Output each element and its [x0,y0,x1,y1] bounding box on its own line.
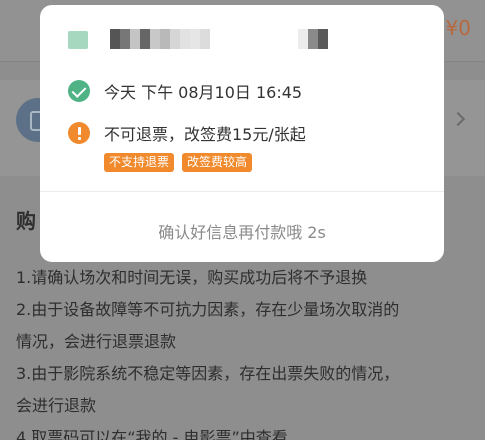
note-line: 情况，会进行退票退款 [16,332,177,351]
refund-policy-text: 不可退票，改签费15元/张起 [104,125,306,144]
note-line: 2.由于设备故障等不可抗力因素，存在少量场次取消的 [16,300,400,319]
showtime-row: 今天 下午 08月10日 16:45 [68,79,302,103]
purchase-notice-title: 购 [16,209,36,233]
purchase-notes: 1.请确认场次和时间无误，购买成功后将不予退换 2.由于设备故障等不可抗力因素，… [16,262,476,440]
confirm-countdown-button[interactable]: 确认好信息再付款哦 2s [40,219,444,243]
background-price: ¥0 [445,16,471,40]
note-line: 会进行退款 [16,396,97,415]
policy-tags: 不支持退票 改签费较高 [104,153,253,172]
tag-no-refund: 不支持退票 [104,153,175,172]
showtime-text: 今天 下午 08月10日 16:45 [104,83,303,102]
modal-divider [40,191,444,192]
check-circle-icon [68,80,90,102]
note-line: 3.由于影院系统不稳定等因素，存在出票失败的情况， [16,364,400,383]
ticket-color-marker [68,31,88,49]
ticket-info-row [68,29,418,51]
note-line: 1.请确认场次和时间无误，购买成功后将不予退换 [16,268,368,287]
note-line: 4.取票码可以在“我的 - 电影票”中查看 [16,428,288,440]
redacted-cinema-name [298,29,328,49]
redacted-movie-name [110,29,210,49]
order-confirm-modal: 今天 下午 08月10日 16:45 不可退票，改签费15元/张起 不支持退票 … [40,5,444,262]
warning-circle-icon [68,122,90,144]
refund-policy-row: 不可退票，改签费15元/张起 [68,121,306,145]
tag-high-change-fee: 改签费较高 [182,153,253,172]
